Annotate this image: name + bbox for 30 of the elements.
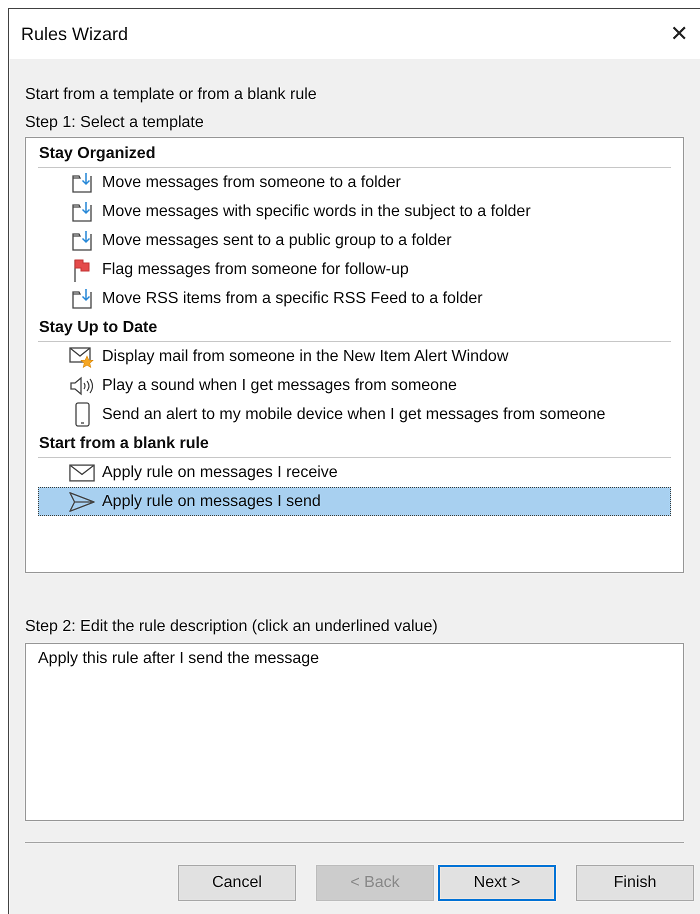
rule-template-item[interactable]: Apply rule on messages I send xyxy=(38,487,671,516)
envelope-icon xyxy=(69,462,95,482)
rule-template-item[interactable]: Display mail from someone in the New Item Alert Window xyxy=(38,342,671,371)
folder-move-icon xyxy=(71,288,93,310)
close-icon[interactable]: ✕ xyxy=(664,21,694,47)
rule-template-item[interactable]: Move messages with specific words in the subject to a folder xyxy=(38,197,671,226)
group-heading: Stay Organized xyxy=(38,139,671,168)
send-icon xyxy=(69,490,95,512)
speaker-icon xyxy=(69,374,95,396)
rule-template-item[interactable]: Flag messages from someone for follow-up xyxy=(38,255,671,284)
wizard-button[interactable]: Finish xyxy=(576,865,694,901)
rule-template-item[interactable]: Move messages from someone to a folder xyxy=(38,168,671,197)
rule-template-item[interactable]: Apply rule on messages I receive xyxy=(38,458,671,487)
envelope-star-icon xyxy=(69,346,95,368)
step-label: Step 2: Edit the rule description (click an underlined value) xyxy=(25,617,439,637)
folder-move-icon xyxy=(71,230,93,252)
rule-template-item[interactable]: Play a sound when I get messages from someone xyxy=(38,371,671,400)
rule-template-item[interactable]: Move messages sent to a public group to a folder xyxy=(38,226,671,255)
folder-move-icon xyxy=(71,200,93,222)
rule-template-item[interactable]: Move RSS items from a specific RSS Feed to a folder xyxy=(38,284,671,313)
group-heading: Stay Up to Date xyxy=(38,313,671,342)
folder-move-icon xyxy=(71,172,93,194)
group-heading: Start from a blank rule xyxy=(38,429,671,458)
intro-text: Start from a template or from a blank rule xyxy=(25,85,318,105)
wizard-button[interactable]: Next > xyxy=(438,865,556,901)
wizard-button[interactable]: Cancel xyxy=(178,865,296,901)
rule-template-item[interactable]: Send an alert to my mobile device when I get messages from someone xyxy=(38,400,671,429)
step-label: Step 1: Select a template xyxy=(25,113,205,133)
window-title: Rules Wizard xyxy=(21,24,128,44)
rule-description-text: Apply this rule after I send the message xyxy=(38,650,320,667)
